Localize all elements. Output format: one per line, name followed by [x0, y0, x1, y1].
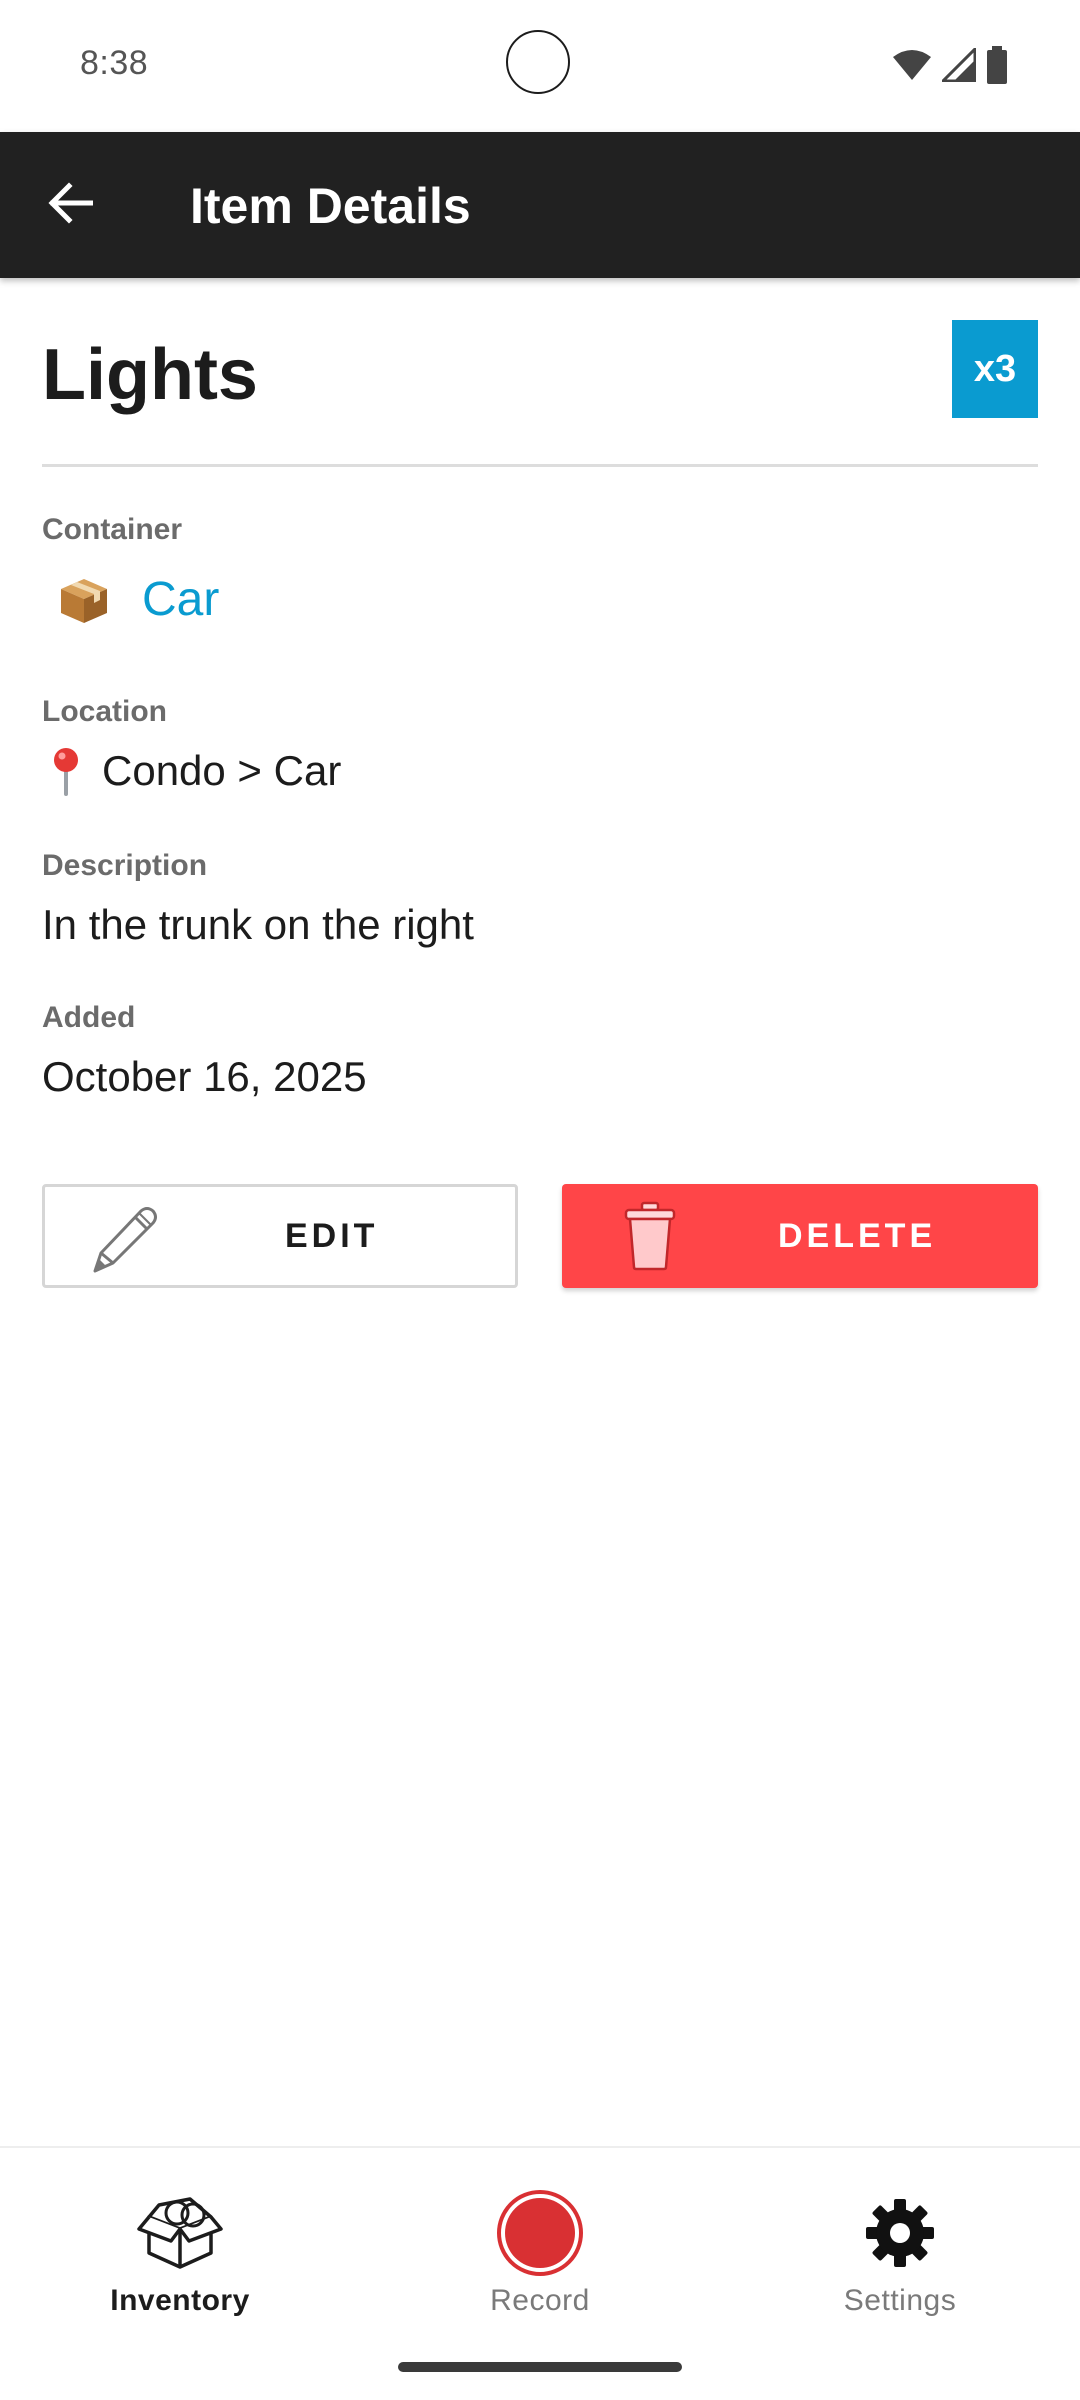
added-field: Added October 16, 2025	[42, 1000, 1038, 1102]
status-time: 8:38	[80, 44, 149, 82]
package-box-icon	[54, 570, 114, 630]
container-field: Container Car	[42, 512, 1038, 630]
battery-icon	[986, 46, 1008, 84]
location-value: Condo > Car	[102, 747, 342, 794]
location-field: Location Condo > Car	[42, 694, 1038, 796]
status-icons	[892, 46, 1008, 84]
location-label: Location	[42, 695, 167, 728]
record-icon	[495, 2188, 585, 2278]
edit-button-label: EDIT	[285, 1216, 379, 1255]
delete-button[interactable]: DELETE	[562, 1184, 1038, 1288]
pencil-icon	[87, 1201, 163, 1277]
container-link[interactable]: Car	[142, 572, 219, 628]
nav-item-inventory[interactable]: Inventory	[60, 2188, 300, 2328]
arrow-left-icon	[47, 180, 94, 231]
edit-button[interactable]: EDIT	[42, 1184, 518, 1288]
container-link-row[interactable]: Car	[42, 570, 1038, 630]
description-value: In the trunk on the right	[42, 901, 474, 948]
nav-label-record: Record	[490, 2284, 590, 2317]
signal-icon	[942, 48, 976, 82]
location-row: Condo > Car	[42, 746, 1038, 796]
wifi-icon	[892, 49, 932, 81]
home-indicator[interactable]	[398, 2362, 682, 2372]
item-name: Lights	[42, 335, 258, 415]
status-bar: 8:38	[0, 0, 1080, 132]
added-label: Added	[42, 1001, 136, 1034]
item-header: Lights x3	[42, 320, 1038, 467]
added-value: October 16, 2025	[42, 1053, 367, 1100]
trash-can-icon	[612, 1198, 688, 1274]
camera-cutout	[506, 30, 570, 94]
page-title: Item Details	[190, 178, 471, 234]
open-box-icon	[135, 2188, 225, 2278]
gear-icon	[855, 2188, 945, 2278]
description-field: Description In the trunk on the right	[42, 848, 1038, 950]
app-bar: Item Details	[0, 132, 1080, 278]
quantity-badge: x3	[952, 320, 1038, 418]
nav-label-inventory: Inventory	[110, 2284, 250, 2317]
nav-item-record[interactable]: Record	[420, 2188, 660, 2328]
map-pin-icon	[46, 746, 86, 796]
description-label: Description	[42, 849, 208, 882]
container-label: Container	[42, 513, 183, 546]
delete-button-label: DELETE	[778, 1216, 937, 1255]
nav-item-settings[interactable]: Settings	[780, 2188, 1020, 2328]
nav-label-settings: Settings	[843, 2284, 957, 2317]
back-button[interactable]	[30, 165, 110, 245]
